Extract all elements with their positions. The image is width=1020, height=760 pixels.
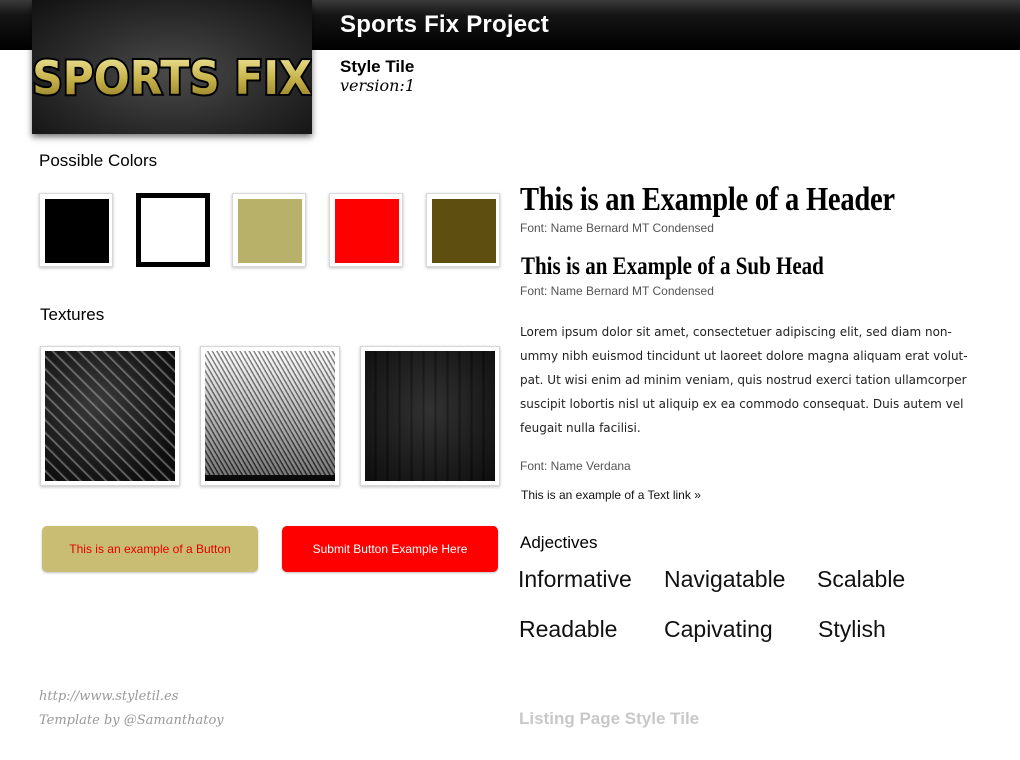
adjective-item: Scalable — [817, 566, 906, 592]
possible-colors-heading: Possible Colors — [39, 151, 158, 170]
logo-text: SPORTS FIX — [32, 52, 311, 105]
subhead-example: This is an Example of a Sub Head — [521, 253, 824, 280]
text-link-example[interactable]: This is an example of a Text link » — [521, 488, 701, 502]
footer-credit: Template by @Samanthatoy — [39, 713, 224, 728]
adjective-item: Navigatable — [664, 566, 786, 592]
adjective-item: Stylish — [818, 616, 886, 642]
body-text-sample: Lorem ipsum dolor sit amet, consectetuer… — [520, 325, 968, 435]
logo-artwork: SPORTS FIX — [32, 50, 312, 107]
color-swatch-white — [141, 198, 205, 262]
color-swatch-gold — [238, 199, 302, 263]
texture-sample — [365, 351, 495, 481]
footer-url[interactable]: http://www.styletil.es — [39, 689, 178, 704]
subhead-font-note: Font: Name Bernard MT Condensed — [520, 284, 714, 298]
color-swatch-olive — [432, 199, 496, 263]
project-title: Sports Fix Project — [340, 11, 549, 38]
adjective-item: Informative — [518, 566, 632, 592]
texture-sample — [205, 351, 335, 481]
textures-heading: Textures — [40, 305, 105, 324]
example-button[interactable]: This is an example of a Button — [42, 526, 258, 572]
color-swatch-red — [335, 199, 399, 263]
adjective-item: Readable — [519, 616, 618, 642]
texture-diagonal-dark — [40, 346, 180, 486]
submit-button[interactable]: Submit Button Example Here — [282, 526, 498, 572]
header-example: This is an Example of a Header — [520, 181, 895, 218]
logo: SPORTS FIX — [32, 0, 312, 134]
texture-sample — [45, 351, 175, 481]
version-label: version:1 — [340, 76, 415, 95]
page-label: Listing Page Style Tile — [519, 709, 700, 728]
header-font-note: Font: Name Bernard MT Condensed — [520, 221, 714, 235]
body-font-note: Font: Name Verdana — [520, 459, 631, 473]
color-swatch-frame — [136, 193, 210, 267]
color-swatch-frame — [426, 193, 500, 267]
texture-diagonal-light — [200, 346, 340, 486]
color-swatch-black — [45, 199, 109, 263]
texture-caption-strip — [205, 475, 335, 481]
color-swatch-frame — [232, 193, 306, 267]
color-swatch-frame — [39, 193, 113, 267]
texture-vertical-stripes — [360, 346, 500, 486]
adjective-item: Capivating — [664, 616, 773, 642]
color-swatch-frame — [329, 193, 403, 267]
style-tile-title: Style Tile — [340, 57, 415, 76]
adjectives-heading: Adjectives — [520, 533, 598, 552]
